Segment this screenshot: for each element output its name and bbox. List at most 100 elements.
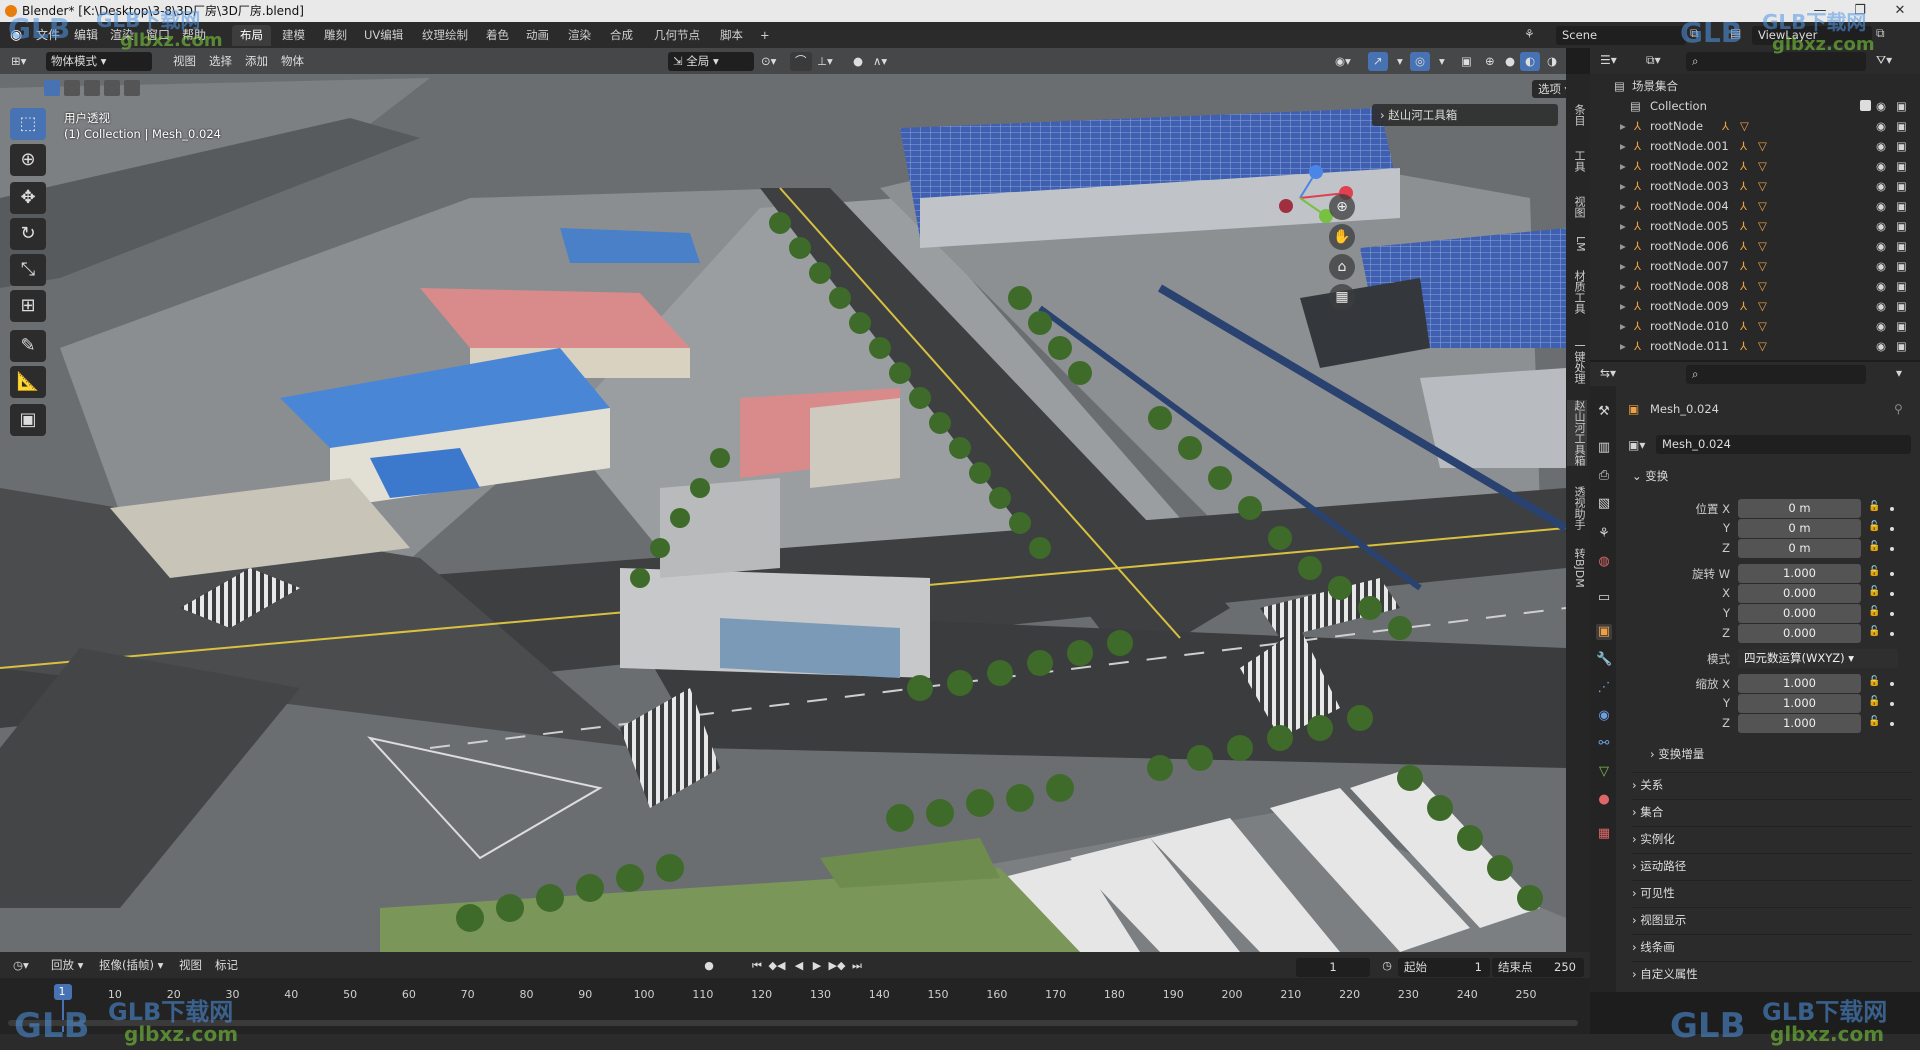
visibility-eye-icon[interactable]: ◉ — [1876, 336, 1886, 356]
visibility-eye-icon[interactable]: ◉ — [1876, 276, 1886, 296]
lock-icon[interactable]: 🔓 — [1868, 626, 1880, 637]
keyframe-dot-icon[interactable] — [1890, 702, 1894, 706]
delta-transform-header[interactable]: › 变换增量 — [1650, 746, 1704, 762]
display-mode-icon[interactable]: ⧉▾ — [1646, 53, 1661, 68]
visibility-eye-icon[interactable]: ◉ — [1876, 96, 1886, 116]
render-camera-icon[interactable]: ▣ — [1896, 136, 1907, 156]
keyframe-dot-icon[interactable] — [1890, 507, 1894, 511]
expand-arrow-icon[interactable]: ▸ — [1620, 176, 1626, 196]
viewport-menu-object[interactable]: 物体 — [276, 52, 309, 71]
next-keyframe-icon[interactable]: ▶◆ — [828, 958, 846, 974]
render-camera-icon[interactable]: ▣ — [1896, 256, 1907, 276]
visibility-eye-icon[interactable]: ◉ — [1876, 236, 1886, 256]
visibility-eye-icon[interactable]: ◉ — [1876, 176, 1886, 196]
sidebar-tab-tool[interactable]: 工具 — [1567, 150, 1587, 172]
jump-end-icon[interactable]: ⏭ — [848, 958, 866, 974]
render-camera-icon[interactable]: ▣ — [1896, 216, 1907, 236]
annotate-tool[interactable]: ✎ — [10, 330, 46, 362]
visibility-eye-icon[interactable]: ◉ — [1876, 316, 1886, 336]
material-shading-icon[interactable]: ◐ — [1520, 52, 1541, 71]
prev-keyframe-icon[interactable]: ◆◀ — [768, 958, 786, 974]
snap-target-icon[interactable]: ⊥▾ — [812, 52, 838, 71]
render-camera-icon[interactable]: ▣ — [1896, 296, 1907, 316]
sidebar-tab-lm[interactable]: LM — [1567, 236, 1587, 252]
tab-shading[interactable]: 着色 — [478, 25, 517, 46]
constraint-properties-icon[interactable]: ⚯ — [1596, 736, 1612, 752]
scene-properties-icon[interactable]: ⚘ — [1596, 526, 1612, 542]
transform-tool[interactable]: ⊞ — [10, 290, 46, 322]
material-properties-icon[interactable]: ● — [1596, 792, 1612, 808]
tab-geometry-nodes[interactable]: 几何节点 — [646, 25, 708, 46]
render-camera-icon[interactable]: ▣ — [1896, 96, 1907, 116]
expand-arrow-icon[interactable]: ▸ — [1620, 116, 1626, 136]
sidebar-tab-convert[interactable]: 转BJDM — [1567, 548, 1587, 588]
keyframe-dot-icon[interactable] — [1890, 527, 1894, 531]
pivot-point-icon[interactable]: ⊙▾ — [756, 52, 781, 71]
viewport-menu-select[interactable]: 选择 — [204, 52, 237, 71]
outliner-row-rootnode[interactable]: ▸ ⅄ rootNode.007 ⅄ ▽ ◉ ▣ — [1590, 256, 1920, 276]
overlay-toggle-icon[interactable]: ◎ — [1410, 52, 1431, 71]
rendered-shading-icon[interactable]: ◑ — [1542, 52, 1562, 71]
sidebar-tab-material-tools[interactable]: 材质工具 — [1567, 270, 1587, 314]
render-camera-icon[interactable]: ▣ — [1896, 276, 1907, 296]
properties-section-header[interactable]: › 自定义属性 — [1632, 961, 1912, 986]
wireframe-shading-icon[interactable]: ⊕ — [1480, 52, 1500, 71]
lock-icon[interactable]: 🔓 — [1868, 586, 1880, 597]
rotate-tool[interactable]: ↻ — [10, 218, 46, 250]
view-layer-properties-icon[interactable]: ▧ — [1596, 496, 1612, 512]
keyframe-dot-icon[interactable] — [1890, 572, 1894, 576]
visibility-eye-icon[interactable]: ◉ — [1876, 156, 1886, 176]
camera-view-button[interactable]: ⌂ — [1329, 254, 1355, 280]
properties-section-header[interactable]: › 运动路径 — [1632, 853, 1912, 878]
play-reverse-icon[interactable]: ◀ — [790, 958, 808, 974]
toolbox-panel-header[interactable]: › 赵山河工具箱 — [1372, 104, 1558, 126]
close-window-button[interactable]: ✕ — [1880, 0, 1920, 22]
tab-texture-paint[interactable]: 纹理绘制 — [414, 25, 476, 46]
select-subtract-icon[interactable] — [84, 80, 100, 96]
keyframe-dot-icon[interactable] — [1890, 722, 1894, 726]
tab-layout[interactable]: 布局 — [232, 25, 271, 46]
world-properties-icon[interactable]: ◍ — [1596, 554, 1612, 570]
properties-section-header[interactable]: › 线条画 — [1632, 934, 1912, 959]
viewlayer-new-icon[interactable]: ⧉ — [1876, 26, 1885, 41]
sidebar-tab-view[interactable]: 视图 — [1567, 196, 1587, 218]
sidebar-tab-perspective[interactable]: 透视助手 — [1567, 486, 1587, 530]
visibility-eye-icon[interactable]: ◉ — [1876, 216, 1886, 236]
pin-icon[interactable]: ⚲ — [1894, 402, 1903, 416]
location-y-field[interactable]: 0 m — [1738, 519, 1861, 538]
xray-icon[interactable]: ▣ — [1456, 52, 1477, 71]
preview-range-icon[interactable]: ◷ — [1378, 958, 1396, 974]
timeline-menu-view[interactable]: 视图 — [174, 956, 207, 975]
filter-icon[interactable]: ⛛▾ — [1876, 53, 1892, 68]
scene-icon[interactable]: ⚘ — [1524, 27, 1535, 41]
rotation-y-field[interactable]: 0.000 — [1738, 604, 1861, 623]
timeline-menu-marker[interactable]: 标记 — [210, 956, 243, 975]
timeline-scrollbar[interactable] — [8, 1020, 1578, 1026]
outliner-row-rootnode[interactable]: ▸ ⅄ rootNode.001 ⅄ ▽ ◉ ▣ — [1590, 136, 1920, 156]
location-z-field[interactable]: 0 m — [1738, 539, 1861, 558]
expand-arrow-icon[interactable]: ▸ — [1620, 236, 1626, 256]
scale-x-field[interactable]: 1.000 — [1738, 674, 1861, 693]
tab-modeling[interactable]: 建模 — [274, 25, 313, 46]
properties-section-header[interactable]: › 可见性 — [1632, 880, 1912, 905]
sidebar-tab-one-click[interactable]: 一键处理 — [1567, 340, 1587, 384]
outliner-scene-collection[interactable]: ▤ 场景集合 — [1590, 76, 1920, 96]
properties-section-header[interactable]: › 视图显示 — [1632, 907, 1912, 932]
select-extend-icon[interactable] — [64, 80, 80, 96]
visibility-eye-icon[interactable]: ◉ — [1876, 196, 1886, 216]
visibility-eye-icon[interactable]: ◉ — [1876, 116, 1886, 136]
tab-uv-editing[interactable]: UV编辑 — [356, 25, 411, 46]
expand-arrow-icon[interactable]: ▸ — [1620, 276, 1626, 296]
expand-arrow-icon[interactable]: ▸ — [1620, 136, 1626, 156]
lock-icon[interactable]: 🔓 — [1868, 696, 1880, 707]
select-box-tool[interactable]: ⬚ — [10, 108, 46, 140]
scale-z-field[interactable]: 1.000 — [1738, 714, 1861, 733]
scale-tool[interactable]: ⤡ — [10, 254, 46, 286]
outliner-row-rootnode[interactable]: ▸ ⅄ rootNode.004 ⅄ ▽ ◉ ▣ — [1590, 196, 1920, 216]
lock-icon[interactable]: 🔓 — [1868, 716, 1880, 727]
mode-selector[interactable]: 物体模式 ▾ — [46, 52, 152, 71]
sidebar-tab-item[interactable]: 条目 — [1567, 104, 1587, 126]
properties-section-header[interactable]: › 集合 — [1632, 799, 1912, 824]
outliner-row-rootnode[interactable]: ▸ ⅄ rootNode.009 ⅄ ▽ ◉ ▣ — [1590, 296, 1920, 316]
keyframe-dot-icon[interactable] — [1890, 612, 1894, 616]
